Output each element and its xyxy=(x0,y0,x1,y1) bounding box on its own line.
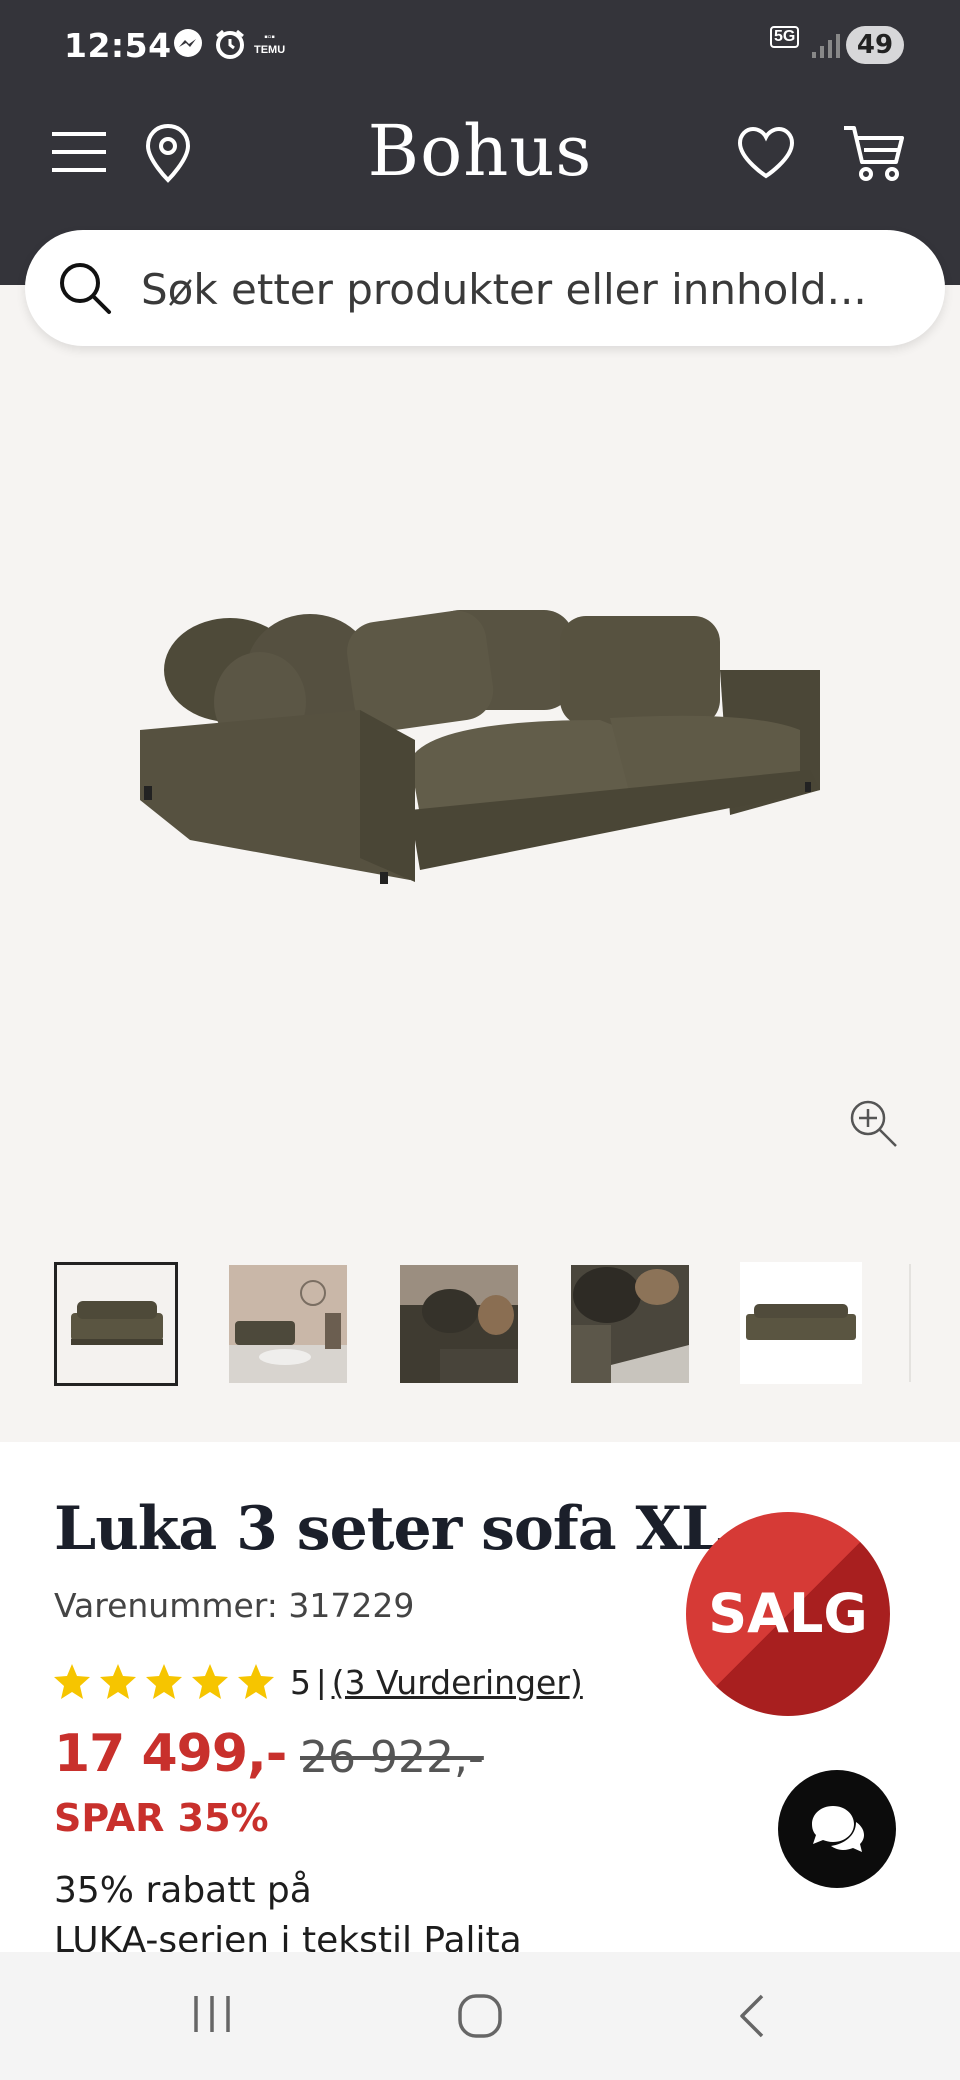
thumbnail-more-edge xyxy=(909,1264,911,1382)
home-icon[interactable] xyxy=(456,1992,504,2040)
sale-price: 17 499,- xyxy=(54,1724,287,1784)
messenger-icon xyxy=(174,29,202,57)
heart-icon[interactable] xyxy=(736,126,796,180)
rating-separator: | xyxy=(317,1663,326,1700)
product-sku: Varenummer: 317229 xyxy=(54,1586,415,1625)
star-icon xyxy=(100,1664,136,1699)
chat-button[interactable] xyxy=(778,1770,896,1888)
status-time: 12:54 xyxy=(64,26,172,65)
star-icon xyxy=(238,1664,274,1699)
star-icon xyxy=(54,1664,90,1699)
bohus-logo[interactable]: Bohus xyxy=(0,110,960,192)
temu-notification-icon: ▪▫▪ TEMU xyxy=(254,32,286,56)
alarm-icon xyxy=(216,29,244,59)
thumbnail-3[interactable] xyxy=(400,1265,518,1383)
thumbnail-strip xyxy=(0,1262,960,1390)
product-title: Luka 3 seter sofa XL xyxy=(54,1494,723,1564)
thumbnail-5[interactable] xyxy=(740,1262,862,1384)
search-icon[interactable] xyxy=(57,260,113,316)
recent-apps-icon[interactable] xyxy=(190,1992,234,2036)
zoom-icon[interactable] xyxy=(848,1098,900,1150)
thumbnail-2[interactable] xyxy=(229,1265,347,1383)
product-image[interactable] xyxy=(130,590,830,950)
thumbnail-1[interactable] xyxy=(54,1262,178,1386)
search-bar[interactable] xyxy=(25,230,945,346)
signal-icon xyxy=(812,34,840,58)
search-input[interactable] xyxy=(139,250,923,328)
promo-line-1: 35% rabatt på xyxy=(54,1870,312,1911)
thumbnail-4[interactable] xyxy=(571,1265,689,1383)
star-icon xyxy=(192,1664,228,1699)
original-price: 26 922,- xyxy=(300,1732,484,1783)
back-icon[interactable] xyxy=(734,1992,770,2040)
rating: 5 | (3 Vurderinger) xyxy=(52,1658,583,1706)
chat-icon xyxy=(812,1806,864,1852)
battery-indicator: 49 xyxy=(846,26,904,64)
reviews-link[interactable]: (3 Vurderinger) xyxy=(332,1663,583,1702)
status-bar: 12:54 ▪▫▪ TEMU 5G 49 xyxy=(0,0,960,92)
promo-text: 35% rabatt på LUKA-serien i tekstil Pali… xyxy=(54,1866,522,1966)
sale-badge: SALG xyxy=(686,1512,890,1716)
star-icon xyxy=(146,1664,182,1699)
network-5g-icon: 5G xyxy=(770,26,800,48)
savings-label: SPAR 35% xyxy=(54,1796,269,1840)
cart-icon[interactable] xyxy=(842,124,906,182)
system-nav-bar xyxy=(0,1952,960,2080)
rating-value: 5 xyxy=(290,1662,311,1702)
